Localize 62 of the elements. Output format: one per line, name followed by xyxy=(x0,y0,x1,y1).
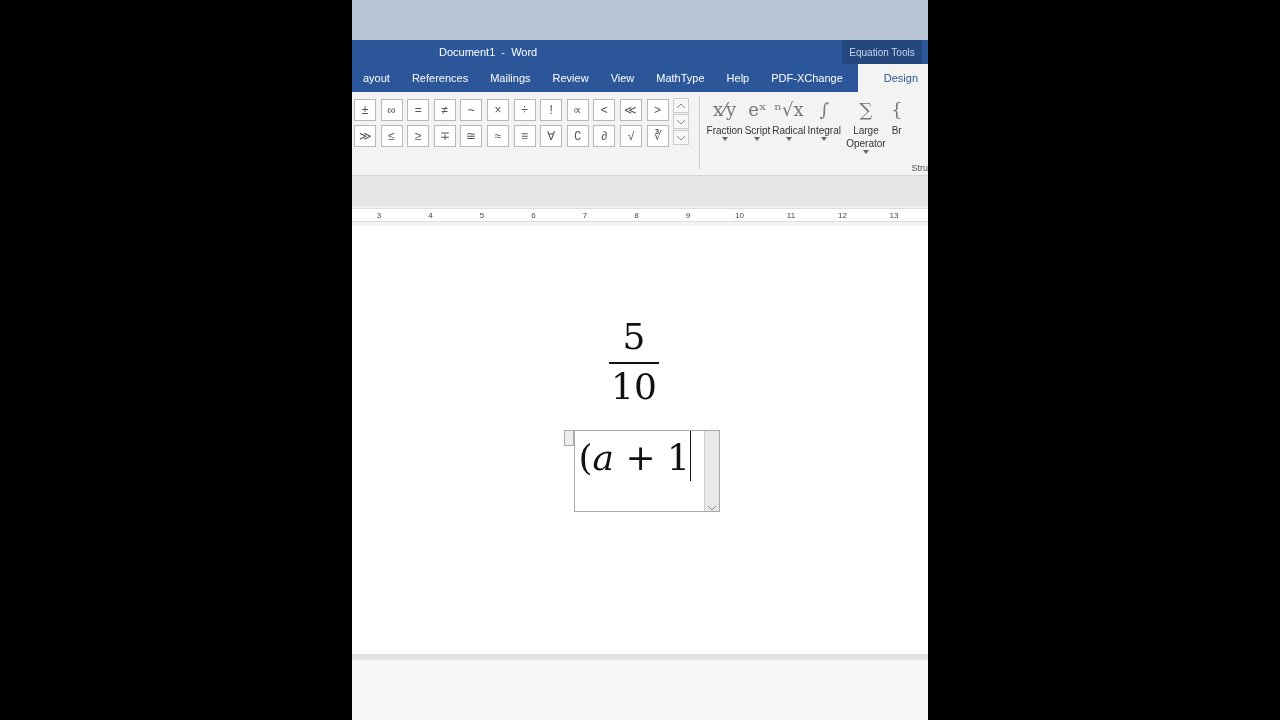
scroll-down-icon[interactable] xyxy=(675,118,686,125)
symbol-button[interactable]: ≫ xyxy=(354,125,376,147)
ruler-number: 4 xyxy=(427,210,434,220)
ribbon-tab[interactable]: PDF-XChange xyxy=(760,64,854,92)
ribbon-tab[interactable]: View xyxy=(599,64,646,92)
ruler-number: 6 xyxy=(530,210,537,220)
symbol-button[interactable]: < xyxy=(593,99,616,121)
structure-button[interactable]: ∫ Integral xyxy=(806,92,842,141)
structure-button[interactable]: eˣ Script xyxy=(743,92,772,141)
ruler-number: 5 xyxy=(478,210,486,220)
symbol-button[interactable]: ≪ xyxy=(619,99,642,121)
ruler-number: 9 xyxy=(684,210,692,220)
equation-box[interactable]: (a + 1 xyxy=(573,430,720,512)
symbol-button[interactable]: ≥ xyxy=(407,125,430,147)
ruler-number: 12 xyxy=(837,210,848,220)
symbol-button[interactable]: ∂ xyxy=(593,125,616,147)
context-tab-group: Equation Tools xyxy=(842,40,922,64)
symbol-button[interactable]: ∀ xyxy=(540,125,563,147)
symbol-button[interactable]: ≅ xyxy=(460,125,483,147)
equation-text: (a + 1 xyxy=(574,431,691,481)
denominator: 10 xyxy=(611,366,657,408)
ribbon-tab[interactable]: Help xyxy=(715,64,761,92)
symbol-button[interactable]: ≈ xyxy=(486,125,509,147)
group-label: Stru xyxy=(911,163,928,173)
scroll-up-icon[interactable] xyxy=(675,102,686,109)
symbol-button[interactable]: × xyxy=(486,99,509,121)
symbol-button[interactable]: > xyxy=(646,99,669,121)
symbol-button[interactable]: ~ xyxy=(460,99,483,121)
ruler-number: 8 xyxy=(633,210,640,220)
ribbon-tab[interactable]: Mailings xyxy=(479,64,542,92)
ruler-number: 10 xyxy=(734,210,745,220)
symbol-button[interactable]: √ xyxy=(619,125,642,147)
symbol-button[interactable]: ≠ xyxy=(433,99,456,121)
drag-handle[interactable] xyxy=(563,430,574,446)
ruler-number: 11 xyxy=(786,210,796,220)
ribbon-tab[interactable]: References xyxy=(400,64,480,92)
numerator: 5 xyxy=(622,316,646,358)
structure-button[interactable]: x⁄y Fraction xyxy=(705,92,744,141)
scroll-down-icon[interactable] xyxy=(706,505,717,511)
symbol-button[interactable]: = xyxy=(407,99,430,121)
ribbon-tab[interactable]: Review xyxy=(541,64,600,92)
symbol-button[interactable]: ∁ xyxy=(566,125,589,147)
symbol-button[interactable]: ∞ xyxy=(380,99,403,121)
structure-button[interactable]: ∑ Large Operator xyxy=(841,92,890,154)
symbol-button[interactable]: ≡ xyxy=(513,125,536,147)
scroll-down-icon[interactable] xyxy=(675,134,686,141)
symbol-button[interactable]: ≤ xyxy=(380,125,403,147)
ribbon-tab[interactable]: MathType xyxy=(645,64,716,92)
symbol-button[interactable]: ÷ xyxy=(513,99,536,121)
symbol-button[interactable]: ! xyxy=(540,99,563,121)
symbol-button[interactable]: ∝ xyxy=(566,99,589,121)
structure-button[interactable]: ⁿ√x Radical xyxy=(771,92,807,141)
window-title: Document1 - Word xyxy=(439,46,538,58)
symbol-button[interactable]: ± xyxy=(354,99,376,121)
symbol-button[interactable]: ∓ xyxy=(433,125,456,147)
symbol-button[interactable]: ∛ xyxy=(646,125,669,147)
ribbon-tab[interactable]: Design xyxy=(857,64,928,92)
ribbon-tab[interactable]: ayout xyxy=(352,64,401,92)
structure-button[interactable]: { Br xyxy=(889,92,904,137)
ruler-number: 7 xyxy=(581,210,589,220)
ruler-number: 3 xyxy=(375,210,383,220)
ruler-number: 13 xyxy=(889,210,899,220)
